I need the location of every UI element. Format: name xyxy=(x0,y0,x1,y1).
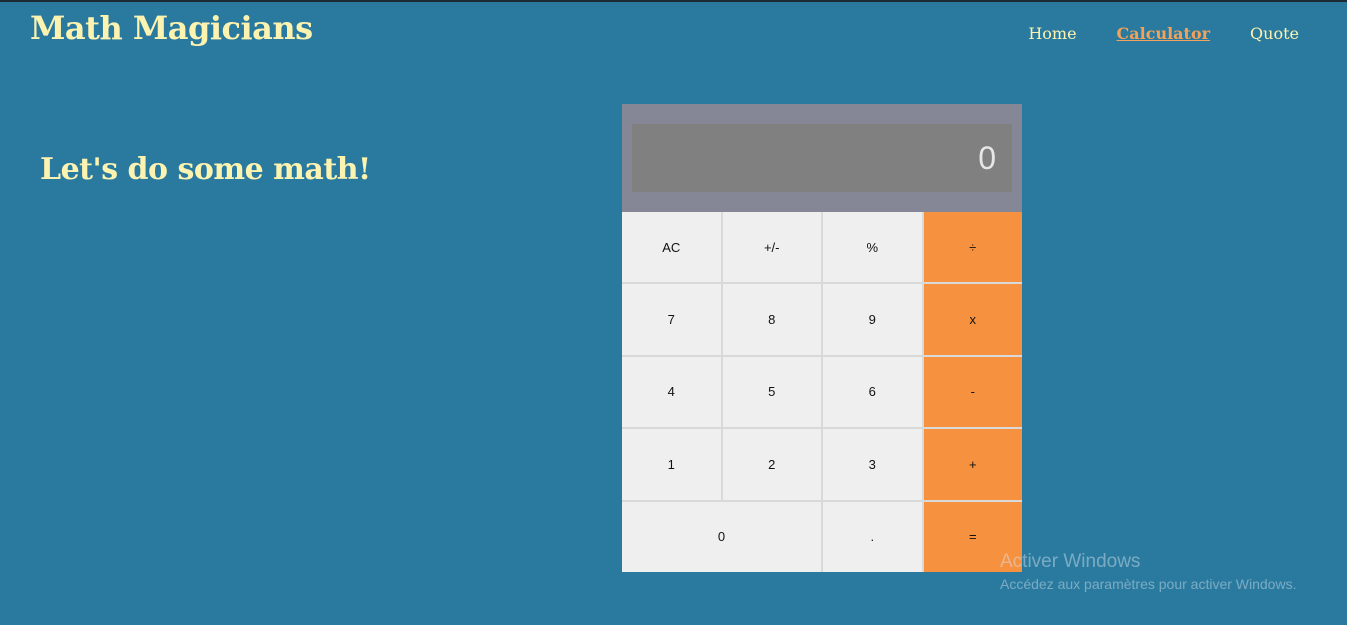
key-2[interactable]: 2 xyxy=(722,429,821,500)
nav-link-quote[interactable]: Quote xyxy=(1250,24,1299,43)
key-percent[interactable]: % xyxy=(823,212,922,283)
calculator-display: 0 xyxy=(632,124,1012,192)
watermark-title: Activer Windows xyxy=(1000,551,1141,572)
key-8[interactable]: 8 xyxy=(722,284,821,355)
key-5[interactable]: 5 xyxy=(722,356,821,428)
calculator-keypad: AC +/- % ÷ 7 8 9 x 4 5 6 - 1 2 3 + 0 . = xyxy=(622,212,1022,572)
key-divide[interactable]: ÷ xyxy=(923,212,1022,283)
key-multiply[interactable]: x xyxy=(923,284,1022,355)
key-ac[interactable]: AC xyxy=(622,212,721,283)
key-1[interactable]: 1 xyxy=(622,429,721,500)
key-7[interactable]: 7 xyxy=(622,284,721,355)
calculator-display-panel: 0 xyxy=(622,104,1022,212)
key-9[interactable]: 9 xyxy=(823,284,922,355)
key-add[interactable]: + xyxy=(923,429,1022,500)
key-subtract[interactable]: - xyxy=(923,356,1022,428)
watermark-subtitle: Accédez aux paramètres pour activer Wind… xyxy=(1000,576,1297,592)
key-3[interactable]: 3 xyxy=(823,429,922,500)
nav-link-calculator[interactable]: Calculator xyxy=(1117,24,1211,43)
top-border xyxy=(0,0,1347,2)
brand-title: Math Magicians xyxy=(30,9,313,47)
key-6[interactable]: 6 xyxy=(823,356,922,428)
key-decimal[interactable]: . xyxy=(823,501,922,572)
calculator: 0 AC +/- % ÷ 7 8 9 x 4 5 6 - 1 2 3 + 0 .… xyxy=(622,104,1022,572)
page-headline: Let's do some math! xyxy=(40,152,371,187)
windows-activation-watermark: Activer Windows Accédez aux paramètres p… xyxy=(1000,550,1296,594)
key-4[interactable]: 4 xyxy=(622,356,721,428)
key-0[interactable]: 0 xyxy=(622,501,821,572)
key-plus-minus[interactable]: +/- xyxy=(722,212,821,283)
main-nav: Home Calculator Quote xyxy=(1028,24,1299,43)
nav-link-home[interactable]: Home xyxy=(1028,24,1076,43)
